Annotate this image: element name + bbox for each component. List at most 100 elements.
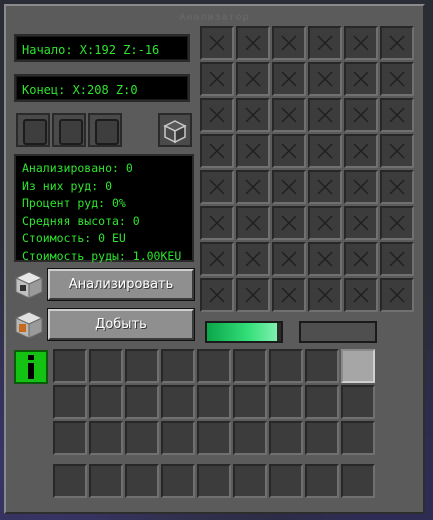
x-icon (389, 107, 405, 123)
inventory-slot[interactable] (161, 385, 195, 419)
inventory-slot[interactable] (305, 349, 339, 383)
filter-slot[interactable] (308, 62, 342, 96)
filter-slot[interactable] (380, 170, 414, 204)
upgrade-slot-3[interactable] (88, 113, 122, 147)
inventory-slot[interactable] (341, 421, 375, 455)
filter-slot[interactable] (344, 26, 378, 60)
inventory-slot-selected[interactable] (341, 349, 375, 383)
filter-slot[interactable] (272, 98, 306, 132)
mine-button[interactable]: Добыть (47, 308, 195, 341)
filter-slot[interactable] (380, 98, 414, 132)
hotbar-slot[interactable] (161, 464, 195, 498)
filter-slot[interactable] (344, 242, 378, 276)
filter-slot[interactable] (344, 206, 378, 240)
filter-slot[interactable] (344, 134, 378, 168)
inventory-slot[interactable] (89, 349, 123, 383)
filter-slot[interactable] (380, 62, 414, 96)
filter-slot[interactable] (236, 134, 270, 168)
filter-slot[interactable] (236, 278, 270, 312)
filter-slot[interactable] (308, 134, 342, 168)
inventory-slot[interactable] (305, 385, 339, 419)
inventory-slot[interactable] (125, 349, 159, 383)
inventory-slot[interactable] (341, 385, 375, 419)
inventory-slot[interactable] (233, 421, 267, 455)
filter-slot[interactable] (236, 206, 270, 240)
special-slot[interactable] (158, 113, 192, 147)
hotbar-slot[interactable] (305, 464, 339, 498)
filter-slot[interactable] (344, 98, 378, 132)
inventory-slot[interactable] (269, 349, 303, 383)
filter-slot[interactable] (272, 206, 306, 240)
x-icon (281, 35, 297, 51)
filter-slot[interactable] (236, 242, 270, 276)
filter-slot[interactable] (344, 62, 378, 96)
inventory-slot[interactable] (197, 385, 231, 419)
inventory-slot[interactable] (233, 385, 267, 419)
filter-slot[interactable] (200, 206, 234, 240)
filter-slot[interactable] (236, 170, 270, 204)
filter-slot[interactable] (200, 26, 234, 60)
upgrade-slot-2[interactable] (52, 113, 86, 147)
inventory-slot[interactable] (125, 385, 159, 419)
filter-slot[interactable] (272, 62, 306, 96)
filter-slot[interactable] (200, 134, 234, 168)
inventory-slot[interactable] (53, 385, 87, 419)
analyze-button[interactable]: Анализировать (47, 268, 195, 301)
inventory-slot[interactable] (125, 421, 159, 455)
filter-slot[interactable] (308, 206, 342, 240)
filter-slot[interactable] (380, 134, 414, 168)
filter-slot[interactable] (236, 26, 270, 60)
x-icon (281, 107, 297, 123)
filter-slot[interactable] (308, 98, 342, 132)
inventory-slot[interactable] (161, 421, 195, 455)
filter-slot[interactable] (236, 62, 270, 96)
filter-slot[interactable] (200, 242, 234, 276)
hotbar-slot[interactable] (53, 464, 87, 498)
upgrade-slot-1[interactable] (16, 113, 50, 147)
filter-slot[interactable] (344, 170, 378, 204)
filter-slot[interactable] (380, 242, 414, 276)
filter-slot[interactable] (200, 62, 234, 96)
filter-slot[interactable] (272, 242, 306, 276)
hotbar-slot[interactable] (125, 464, 159, 498)
filter-slot[interactable] (200, 278, 234, 312)
inventory-slot[interactable] (233, 349, 267, 383)
inventory-slot[interactable] (305, 421, 339, 455)
filter-slot[interactable] (236, 98, 270, 132)
x-icon (209, 71, 225, 87)
inventory-slot[interactable] (53, 349, 87, 383)
inventory-slot[interactable] (197, 421, 231, 455)
inventory-slot[interactable] (89, 385, 123, 419)
info-icon[interactable] (14, 350, 48, 384)
filter-slot[interactable] (200, 170, 234, 204)
filter-slot[interactable] (308, 26, 342, 60)
filter-slot[interactable] (344, 278, 378, 312)
x-icon (209, 179, 225, 195)
filter-slot[interactable] (380, 278, 414, 312)
inventory-slot[interactable] (53, 421, 87, 455)
inventory-slot[interactable] (197, 349, 231, 383)
hotbar-slot[interactable] (89, 464, 123, 498)
filter-slot[interactable] (272, 26, 306, 60)
filter-slot[interactable] (272, 134, 306, 168)
hotbar-slot[interactable] (341, 464, 375, 498)
inventory-slot[interactable] (89, 421, 123, 455)
x-icon (209, 143, 225, 159)
inventory-slot[interactable] (269, 421, 303, 455)
hotbar-slot[interactable] (269, 464, 303, 498)
inventory-slot[interactable] (161, 349, 195, 383)
filter-slot[interactable] (272, 170, 306, 204)
hotbar-slot[interactable] (233, 464, 267, 498)
x-icon (353, 251, 369, 267)
filter-slot[interactable] (272, 278, 306, 312)
x-icon (245, 143, 261, 159)
hotbar-slot[interactable] (197, 464, 231, 498)
filter-slot[interactable] (308, 278, 342, 312)
inventory-slot[interactable] (269, 385, 303, 419)
filter-slot[interactable] (380, 206, 414, 240)
filter-slot[interactable] (380, 26, 414, 60)
filter-slot[interactable] (308, 242, 342, 276)
x-icon (281, 287, 297, 303)
filter-slot[interactable] (308, 170, 342, 204)
filter-slot[interactable] (200, 98, 234, 132)
